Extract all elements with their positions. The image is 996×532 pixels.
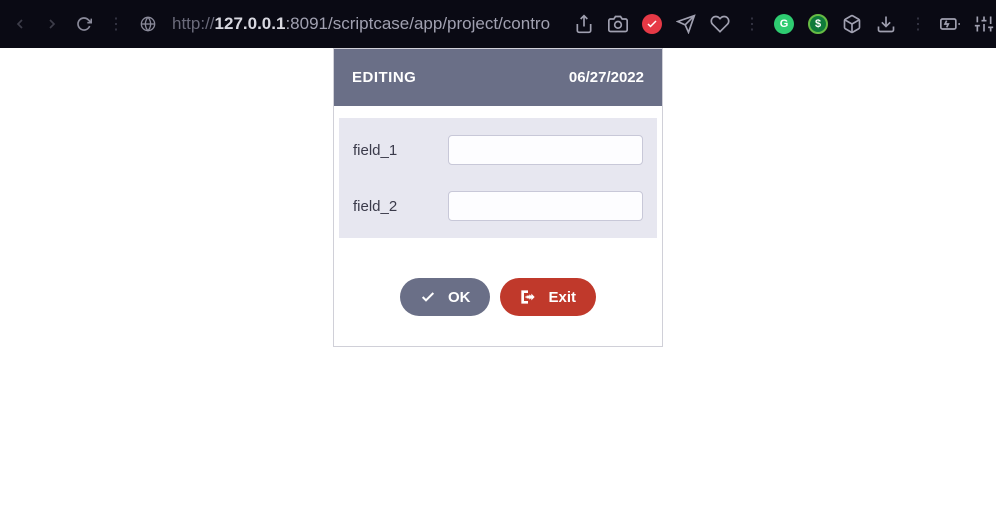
camera-icon[interactable] xyxy=(608,14,628,34)
cube-icon[interactable] xyxy=(842,14,862,34)
extension-icons: ⋮ G $ ⋮ xyxy=(574,14,994,34)
form-card: EDITING 06/27/2022 field_1 field_2 OK xyxy=(333,48,663,347)
form-title: EDITING xyxy=(352,69,416,86)
forward-button[interactable] xyxy=(44,14,60,34)
browser-toolbar: ⋮ http://127.0.0.1:8091/scriptcase/app/p… xyxy=(0,0,996,48)
field-1-input[interactable] xyxy=(448,135,643,165)
globe-icon[interactable] xyxy=(140,14,156,34)
exit-icon xyxy=(520,289,536,305)
grammarly-icon[interactable]: G xyxy=(774,14,794,34)
form-row-field-1: field_1 xyxy=(349,122,647,178)
download-icon[interactable] xyxy=(876,14,896,34)
ok-button-label: OK xyxy=(448,289,471,306)
page-content: EDITING 06/27/2022 field_1 field_2 OK xyxy=(0,48,996,347)
back-button[interactable] xyxy=(12,14,28,34)
sliders-icon[interactable] xyxy=(974,14,994,34)
toolbar-separator: ⋮ xyxy=(108,14,124,34)
exit-button-label: Exit xyxy=(548,289,576,306)
exit-button[interactable]: Exit xyxy=(500,278,596,316)
battery-icon[interactable] xyxy=(940,14,960,34)
check-icon xyxy=(420,289,436,305)
toolbar-separator-2: ⋮ xyxy=(744,14,760,34)
url-text: http://127.0.0.1:8091/scriptcase/app/pro… xyxy=(172,14,550,34)
form-row-field-2: field_2 xyxy=(349,178,647,234)
field-2-input[interactable] xyxy=(448,191,643,221)
heart-icon[interactable] xyxy=(710,14,730,34)
form-body: field_1 field_2 xyxy=(339,118,657,238)
url-bar[interactable]: http://127.0.0.1:8091/scriptcase/app/pro… xyxy=(172,14,550,34)
ok-button[interactable]: OK xyxy=(400,278,491,316)
field-1-label: field_1 xyxy=(353,142,448,159)
shield-badge-icon[interactable] xyxy=(642,14,662,34)
send-icon[interactable] xyxy=(676,14,696,34)
form-footer: OK Exit xyxy=(334,243,662,346)
reload-button[interactable] xyxy=(76,14,92,34)
share-icon[interactable] xyxy=(574,14,594,34)
field-2-label: field_2 xyxy=(353,198,448,215)
toolbar-separator-3: ⋮ xyxy=(910,14,926,34)
form-header: EDITING 06/27/2022 xyxy=(334,49,662,106)
form-date: 06/27/2022 xyxy=(569,69,644,86)
dollar-badge-icon[interactable]: $ xyxy=(808,14,828,34)
